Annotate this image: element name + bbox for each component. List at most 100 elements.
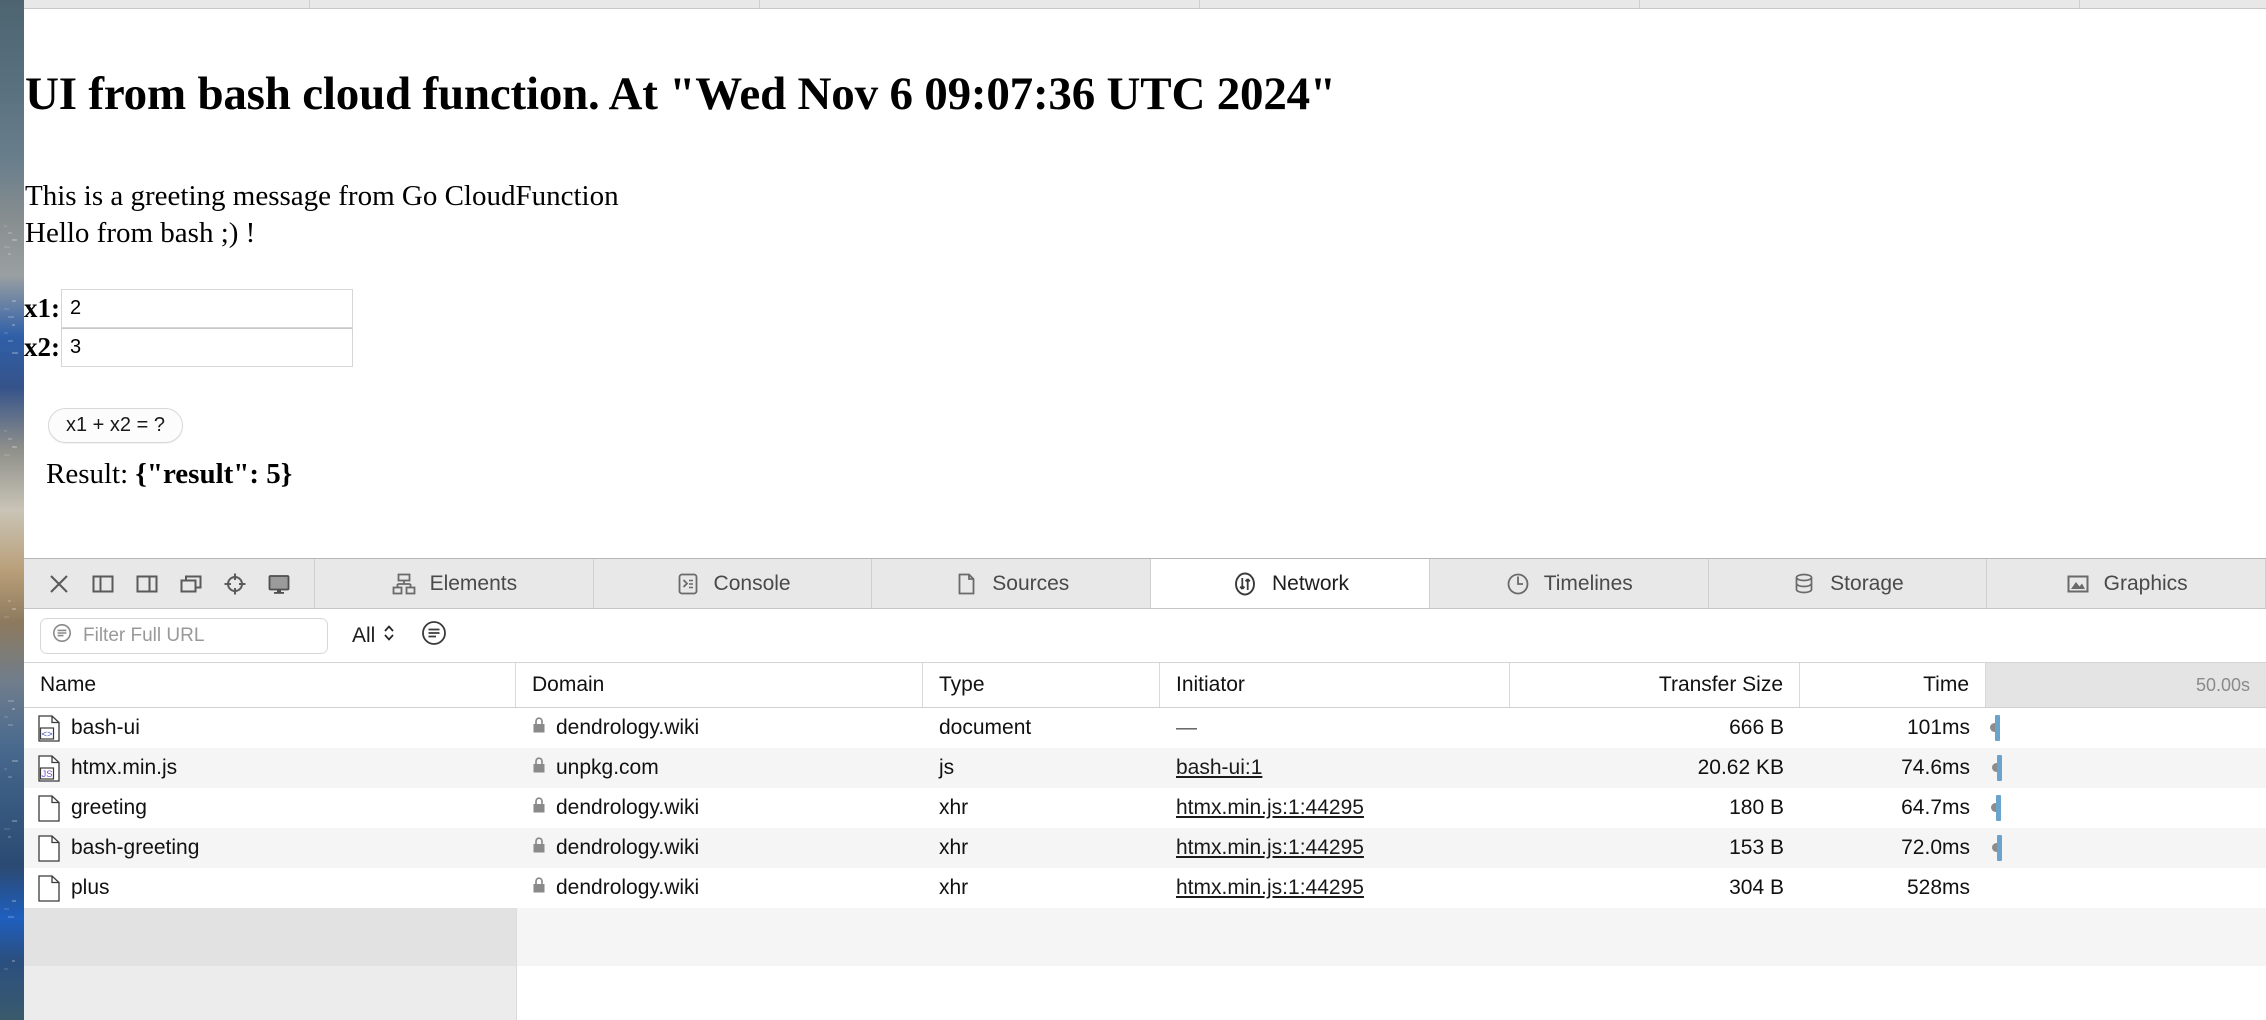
table-row[interactable]: <> bash-ui dendrology.wiki document — 66… xyxy=(24,708,2266,748)
column-header-domain[interactable]: Domain xyxy=(516,663,923,707)
web-inspector: Elements Console Sources Network Timelin… xyxy=(24,558,2266,1020)
request-transfer-size: 666 B xyxy=(1729,716,1784,739)
request-time: 101ms xyxy=(1906,716,1970,739)
svg-text:JS: JS xyxy=(41,769,52,780)
tab-console[interactable]: Console xyxy=(593,559,873,608)
result-line: Result: {"result": 5} xyxy=(46,458,292,491)
table-row[interactable]: plus dendrology.wiki xhr htmx.min.js:1:4… xyxy=(24,868,2266,908)
request-name: bash-ui xyxy=(71,716,140,739)
tab-elements-label: Elements xyxy=(429,571,518,595)
sources-icon xyxy=(958,573,975,594)
browser-tab-strip[interactable] xyxy=(24,0,2266,9)
tab-timelines-label: Timelines xyxy=(1543,571,1633,595)
tab-timelines[interactable]: Timelines xyxy=(1429,559,1709,608)
request-type: document xyxy=(939,716,1032,739)
request-initiator[interactable]: htmx.min.js:1:44295 xyxy=(1176,876,1364,900)
request-waterfall xyxy=(1986,788,2266,828)
field-row-x2: x2: xyxy=(24,328,353,367)
calculate-sum-button[interactable]: x1 + x2 = ? xyxy=(48,408,183,443)
request-type: js xyxy=(939,756,955,779)
request-initiator[interactable]: bash-ui:1 xyxy=(1176,756,1262,780)
request-domain: dendrology.wiki xyxy=(556,836,700,859)
tab-sources-label: Sources xyxy=(992,571,1070,595)
request-initiator: — xyxy=(1176,716,1197,739)
generic-document-icon xyxy=(38,794,60,822)
column-header-type[interactable]: Type xyxy=(923,663,1160,707)
page-content: UI from bash cloud function. At "Wed Nov… xyxy=(24,10,2266,558)
inspector-toolbar-icons xyxy=(24,559,315,608)
generic-document-icon xyxy=(38,834,60,862)
tab-separator xyxy=(309,0,310,9)
inspect-element-icon[interactable] xyxy=(222,571,248,597)
elements-icon xyxy=(392,573,415,594)
request-waterfall xyxy=(1986,828,2266,868)
request-domain: unpkg.com xyxy=(556,756,659,779)
desktop-background-strip xyxy=(0,0,24,1020)
greeting-line-2: Hello from bash ;) ! xyxy=(25,217,256,249)
table-row[interactable]: greeting dendrology.wiki xhr htmx.min.js… xyxy=(24,788,2266,828)
tab-graphics-label: Graphics xyxy=(2103,571,2188,595)
tab-storage-label: Storage xyxy=(1830,571,1904,595)
field-row-x1: x1: xyxy=(24,289,353,328)
request-time: 74.6ms xyxy=(1901,756,1970,779)
lock-icon xyxy=(532,836,546,860)
generic-document-icon xyxy=(38,874,60,902)
column-header-initiator[interactable]: Initiator xyxy=(1160,663,1510,707)
request-time: 72.0ms xyxy=(1901,836,1970,859)
request-initiator[interactable]: htmx.min.js:1:44295 xyxy=(1176,836,1364,860)
result-value: {"result": 5} xyxy=(135,458,293,490)
device-settings-icon[interactable] xyxy=(266,571,292,597)
x2-input[interactable] xyxy=(61,328,353,367)
request-name: bash-greeting xyxy=(71,836,200,859)
tab-network-label: Network xyxy=(1272,571,1350,595)
request-transfer-size: 304 B xyxy=(1729,876,1784,899)
dock-right-icon[interactable] xyxy=(134,571,160,597)
dock-left-icon[interactable] xyxy=(90,571,116,597)
network-icon xyxy=(1235,572,1255,595)
greeting-block: This is a greeting message from Go Cloud… xyxy=(25,178,619,252)
filter-input[interactable] xyxy=(81,623,317,648)
tab-sources[interactable]: Sources xyxy=(872,559,1152,608)
column-header-transfer-size[interactable]: Transfer Size xyxy=(1510,663,1800,707)
resource-type-select[interactable]: All xyxy=(352,622,396,650)
resource-type-value: All xyxy=(352,623,376,647)
group-media-requests-icon[interactable] xyxy=(420,619,448,652)
inspector-toolbar: Elements Console Sources Network Timelin… xyxy=(24,559,2266,609)
svg-text:<>: <> xyxy=(41,729,53,740)
greeting-line-1: This is a greeting message from Go Cloud… xyxy=(25,180,619,212)
undock-icon[interactable] xyxy=(178,571,204,597)
close-icon[interactable] xyxy=(46,571,72,597)
request-initiator[interactable]: htmx.min.js:1:44295 xyxy=(1176,796,1364,820)
waterfall-scale-label: 50.00s xyxy=(1986,663,2266,707)
filter-box[interactable] xyxy=(40,617,328,654)
tab-storage[interactable]: Storage xyxy=(1708,559,1988,608)
x1-input[interactable] xyxy=(61,289,353,328)
tab-network[interactable]: Network xyxy=(1151,559,1430,608)
tab-graphics[interactable]: Graphics xyxy=(1987,559,2266,608)
table-row[interactable]: bash-greeting dendrology.wiki xhr htmx.m… xyxy=(24,828,2266,868)
request-type: xhr xyxy=(939,796,969,819)
column-header-time[interactable]: Time xyxy=(1800,663,1986,707)
request-name: htmx.min.js xyxy=(71,756,178,779)
tab-separator xyxy=(1199,0,1200,9)
js-document-icon: JS xyxy=(38,754,60,782)
table-filler-right xyxy=(516,908,2266,966)
request-waterfall xyxy=(1986,708,2266,748)
lock-icon xyxy=(532,876,546,900)
filter-icon xyxy=(51,622,73,649)
tab-elements[interactable]: Elements xyxy=(315,559,594,608)
tab-console-label: Console xyxy=(713,571,791,595)
table-filler-name-selected xyxy=(24,908,516,966)
result-prefix: Result: xyxy=(46,458,136,490)
table-filler-name xyxy=(24,966,516,1020)
request-transfer-size: 180 B xyxy=(1729,796,1784,819)
table-row[interactable]: JS htmx.min.js unpkg.com js bash-ui:1 20… xyxy=(24,748,2266,788)
lock-icon xyxy=(532,756,546,780)
request-waterfall xyxy=(1986,868,2266,908)
page-title: UI from bash cloud function. At "Wed Nov… xyxy=(25,68,1336,121)
column-header-name[interactable]: Name xyxy=(24,663,516,707)
request-transfer-size: 153 B xyxy=(1729,836,1784,859)
request-waterfall xyxy=(1986,748,2266,788)
chevron-updown-icon xyxy=(382,622,396,650)
html-document-icon: <> xyxy=(38,714,60,742)
